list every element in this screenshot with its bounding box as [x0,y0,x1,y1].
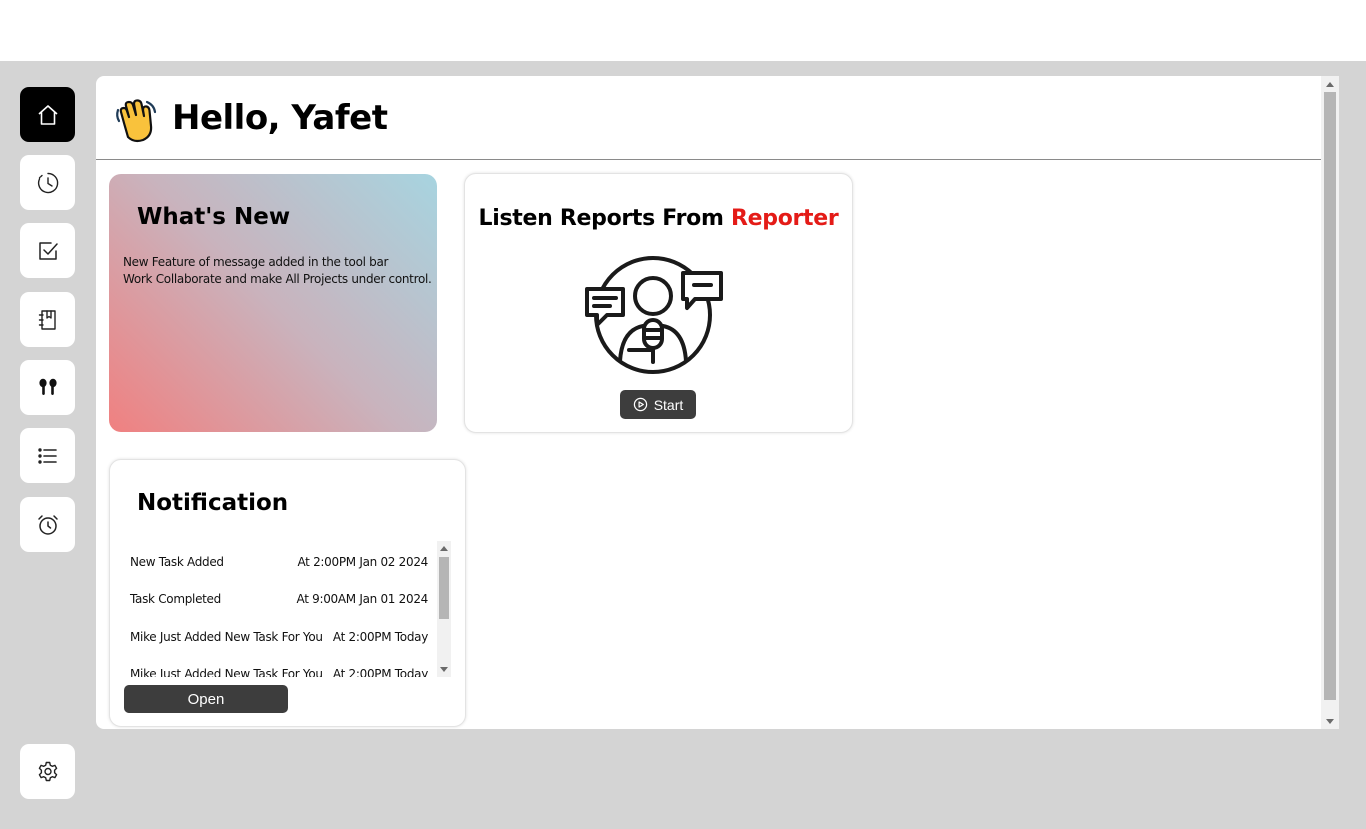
top-bar [0,0,1366,61]
notification-message: New Task Added [130,555,224,569]
notification-card: Notification New Task Added At 2:00PM Ja… [109,459,466,727]
scrollbar-thumb[interactable] [439,557,449,619]
notification-message: Mike Just Added New Task For You [130,667,323,677]
history-clock-icon [37,172,58,193]
main-panel: Hello, Yafet What's New New Feature of m… [96,76,1339,729]
notification-message: Task Completed [130,592,221,606]
airpods-icon [38,378,57,395]
sidebar-item-home[interactable] [20,87,75,142]
notification-item[interactable]: New Task Added At 2:00PM Jan 02 2024 [130,555,428,575]
scroll-down-arrow-icon[interactable] [440,667,448,672]
sidebar-item-notebook[interactable] [20,292,75,347]
sidebar-item-history[interactable] [20,155,75,210]
notification-item[interactable]: Mike Just Added New Task For You At 2:00… [130,630,428,650]
notification-time: At 2:00PM Today [332,667,428,677]
sidebar-item-alarm[interactable] [20,497,75,552]
notification-item[interactable]: Mike Just Added New Task For You At 2:00… [130,667,428,677]
home-icon [37,104,58,125]
notification-item[interactable]: Task Completed At 9:00AM Jan 01 2024 [130,592,428,612]
sidebar-item-tasks[interactable] [20,223,75,278]
waving-hand-icon [116,99,157,143]
list-icon [37,447,57,464]
page-header: Hello, Yafet [96,76,1321,160]
open-button[interactable]: Open [124,685,288,713]
reporter-title: Listen Reports From Reporter [465,206,852,231]
notebook-icon [38,309,56,330]
scrollbar-thumb[interactable] [1324,92,1336,700]
reporter-card: Listen Reports From Reporter Start [464,173,853,433]
notification-time: At 2:00PM Jan 02 2024 [297,555,428,569]
settings-button[interactable] [20,744,75,799]
notification-list[interactable]: New Task Added At 2:00PM Jan 02 2024 Tas… [123,541,451,677]
sidebar-item-list[interactable] [20,428,75,483]
play-circle-icon [633,397,647,412]
notification-time: At 2:00PM Today [332,630,428,644]
whats-new-line: New Feature of message added in the tool… [123,255,389,269]
main-scrollbar[interactable] [1321,76,1339,729]
reporter-title-prefix: Listen Reports From [478,206,731,231]
notification-title: Notification [137,490,289,516]
reporter-microphone-icon [585,256,723,374]
checkbox-icon [38,241,58,260]
whats-new-line: Work Collaborate and make All Projects u… [123,272,432,286]
scroll-up-arrow-icon[interactable] [1326,82,1334,87]
whats-new-body: New Feature of message added in the tool… [123,254,432,288]
reporter-title-accent: Reporter [730,206,839,231]
start-button[interactable]: Start [620,390,696,419]
start-button-label: Start [653,396,684,413]
notification-scrollbar[interactable] [437,541,451,677]
whats-new-card: What's New New Feature of message added … [109,174,437,432]
scroll-up-arrow-icon[interactable] [440,546,448,551]
whats-new-title: What's New [137,204,291,230]
greeting-heading: Hello, Yafet [172,98,388,138]
notification-message: Mike Just Added New Task For You [130,630,323,644]
scroll-down-arrow-icon[interactable] [1326,719,1334,724]
notification-time: At 9:00AM Jan 01 2024 [296,592,429,606]
alarm-clock-icon [37,514,58,535]
sidebar-item-airpods[interactable] [20,360,75,415]
gear-icon [38,761,57,781]
